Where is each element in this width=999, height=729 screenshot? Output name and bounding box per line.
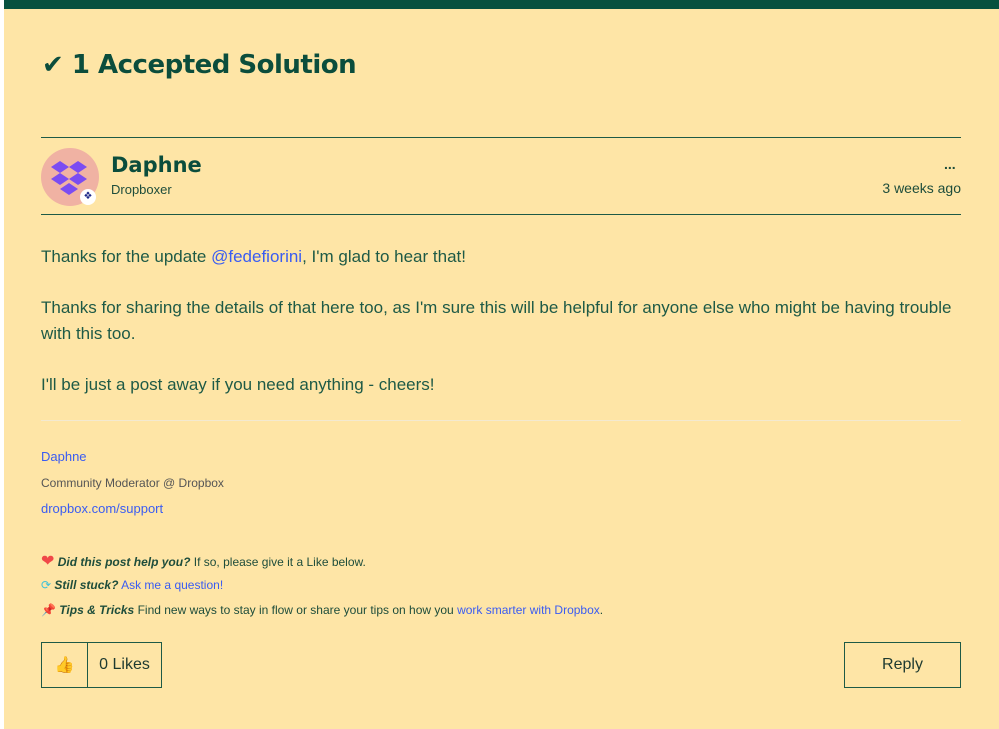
paragraph: Thanks for sharing the details of that h… bbox=[41, 298, 952, 343]
solution-panel: ✔ 1 Accepted Solution ❖ Daphne Dropboxer… bbox=[4, 0, 999, 729]
heart-icon: ❤ bbox=[41, 553, 55, 570]
post-body: Thanks for the update @fedefiorini, I'm … bbox=[41, 244, 961, 423]
support-link[interactable]: dropbox.com/support bbox=[41, 501, 163, 516]
like-button[interactable]: 👍 bbox=[41, 642, 88, 688]
thumbs-up-icon: 👍 bbox=[54, 657, 75, 674]
likes-count[interactable]: 0 Likes bbox=[87, 642, 162, 688]
more-options-button[interactable]: ... bbox=[944, 156, 956, 172]
paragraph: I'll be just a post away if you need any… bbox=[41, 375, 435, 394]
divider bbox=[41, 214, 961, 215]
author-name[interactable]: Daphne bbox=[111, 153, 202, 177]
signature-role: Community Moderator @ Dropbox bbox=[41, 476, 224, 490]
top-bar bbox=[4, 0, 999, 9]
signature-name-link[interactable]: Daphne bbox=[41, 449, 87, 464]
checkmark-icon: ✔ bbox=[42, 50, 64, 80]
reply-button[interactable]: Reply bbox=[844, 642, 961, 688]
refresh-icon: ⟳ bbox=[41, 578, 52, 592]
signature-divider bbox=[41, 420, 961, 421]
accepted-solution-heading: ✔ 1 Accepted Solution bbox=[42, 50, 357, 80]
ask-question-link[interactable]: Ask me a question! bbox=[121, 578, 223, 592]
post-time: 3 weeks ago bbox=[882, 180, 961, 196]
dropboxer-badge-icon: ❖ bbox=[80, 189, 96, 205]
author-rank: Dropboxer bbox=[111, 182, 172, 197]
divider bbox=[41, 137, 961, 138]
work-smarter-link[interactable]: work smarter with Dropbox bbox=[457, 603, 600, 617]
mention-link[interactable]: @fedefiorini bbox=[211, 247, 302, 266]
pushpin-icon: 📌 bbox=[41, 603, 56, 617]
